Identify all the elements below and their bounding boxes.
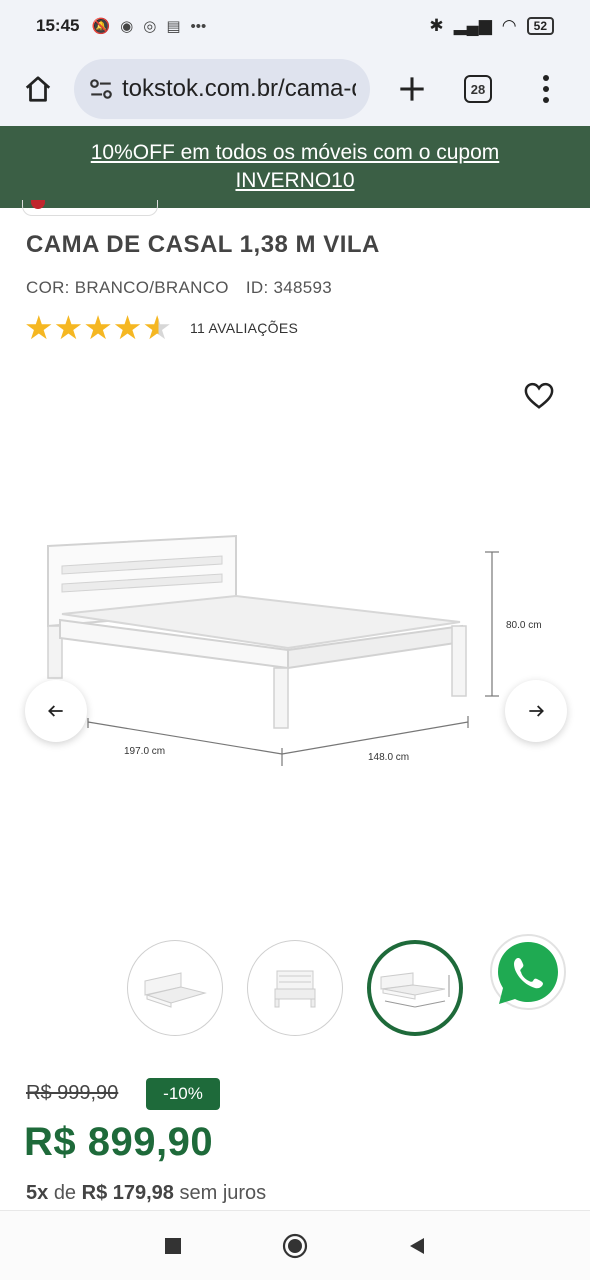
chrome-icon: ◎	[143, 18, 157, 35]
installments-de: de	[53, 1182, 77, 1204]
promo-banner: 10%OFF em todos os móveis com o cupom IN…	[0, 126, 590, 208]
favorite-button[interactable]	[518, 376, 560, 416]
bluetooth-icon: ✱	[429, 16, 444, 35]
browser-menu-button[interactable]	[526, 61, 566, 117]
back-button[interactable]	[404, 1233, 430, 1259]
gallery-prev-button[interactable]	[25, 680, 87, 742]
site-settings-icon[interactable]	[88, 76, 114, 102]
rating-stars: ★ ★ ★ ★ ★	[24, 310, 172, 346]
gallery-thumbnail-active[interactable]	[367, 940, 463, 1036]
bed-thumbnail-image	[274, 970, 316, 1008]
home-icon	[25, 76, 51, 102]
system-nav-bar	[0, 1210, 590, 1280]
star-half-icon: ★	[142, 309, 172, 346]
promo-link[interactable]: 10%OFF em todos os móveis com o cupom IN…	[40, 139, 550, 195]
gallery-next-button[interactable]	[505, 680, 567, 742]
status-bar: 15:45 🔕 ◉ ◎ ▤ ••• ✱ ▂▄▆ ◠ 52	[0, 0, 590, 52]
status-system: ✱ ▂▄▆ ◠ 52	[429, 16, 554, 36]
installments-value: R$ 179,98	[81, 1182, 174, 1204]
discount-badge: -10%	[146, 1078, 220, 1110]
wifi-icon: ◠	[501, 16, 517, 35]
dim-length-label: 197.0 cm	[124, 746, 165, 757]
product-id: ID: 348593	[245, 278, 333, 297]
installments-suffix: sem juros	[179, 1182, 267, 1204]
recents-icon	[165, 1238, 181, 1254]
gallery-thumbnail[interactable]	[127, 940, 223, 1036]
menu-dot	[543, 75, 549, 81]
plus-icon	[400, 77, 424, 101]
heart-icon	[524, 382, 554, 409]
whatsapp-button[interactable]	[486, 932, 570, 1016]
status-notifications: 🔕 ◉ ◎ ▤ •••	[91, 17, 207, 36]
reviews-link[interactable]: 11 AVALIAÇÕES	[190, 320, 298, 336]
home-button[interactable]	[8, 59, 68, 119]
dim-height-label: 80.0 cm	[506, 620, 542, 631]
bed-dimensions-image: 80.0 cm 197.0 cm 148.0 cm	[47, 534, 542, 766]
menu-dot	[543, 86, 549, 92]
back-triangle-icon	[410, 1238, 424, 1254]
star-icon: ★	[24, 309, 54, 346]
home-nav-button[interactable]	[282, 1233, 308, 1259]
browser-toolbar: tokstok.com.br/cama-de-casal-1-38-m-vila…	[0, 52, 590, 126]
tab-switcher-button[interactable]: 28	[450, 61, 506, 117]
product-gallery[interactable]: 80.0 cm 197.0 cm 148.0 cm	[0, 430, 590, 910]
spotify-icon: ◉	[120, 18, 134, 35]
star-icon: ★	[53, 309, 84, 346]
recents-button[interactable]	[160, 1233, 186, 1259]
signal-icon: ▂▄▆	[453, 16, 492, 35]
star-icon: ★	[83, 309, 113, 346]
arrow-right-icon	[529, 705, 544, 717]
product-meta: COR: BRANCO/BRANCO ID: 348593	[26, 278, 332, 298]
app-icon: ▤	[166, 18, 181, 35]
product-color: COR: BRANCO/BRANCO	[26, 278, 229, 297]
status-time: 15:45	[36, 16, 80, 35]
tab-count: 28	[464, 75, 492, 103]
more-notifications-icon: •••	[190, 17, 207, 35]
home-circle-icon	[282, 1233, 308, 1259]
current-price: R$ 899,90	[24, 1120, 214, 1164]
badge-dot	[31, 200, 45, 209]
bed-thumbnail-image	[144, 972, 207, 1008]
rating[interactable]: ★ ★ ★ ★ ★ 11 AVALIAÇÕES	[24, 310, 298, 346]
address-bar[interactable]: tokstok.com.br/cama-de-casal-1-38-m-vila	[74, 59, 370, 119]
old-price: R$ 999,90	[26, 1082, 119, 1104]
mute-icon: 🔕	[91, 18, 111, 35]
installments-info: 5x de R$ 179,98 sem juros	[26, 1182, 266, 1205]
gallery-thumbnail[interactable]	[247, 940, 343, 1036]
new-tab-button[interactable]	[384, 61, 440, 117]
menu-dot	[543, 97, 549, 103]
star-icon: ★	[112, 309, 143, 346]
whatsapp-icon	[490, 934, 566, 1010]
installments-count: 5x	[26, 1182, 49, 1204]
dim-width-label: 148.0 cm	[368, 752, 409, 763]
brand-badge	[22, 200, 158, 216]
bed-thumbnail-image	[380, 972, 450, 1008]
arrow-left-icon	[48, 705, 63, 717]
battery-icon: 52	[526, 17, 554, 35]
url-text: tokstok.com.br/cama-de-casal-1-38-m-vila	[122, 75, 356, 102]
product-title: CAMA DE CASAL 1,38 M VILA	[26, 231, 380, 258]
